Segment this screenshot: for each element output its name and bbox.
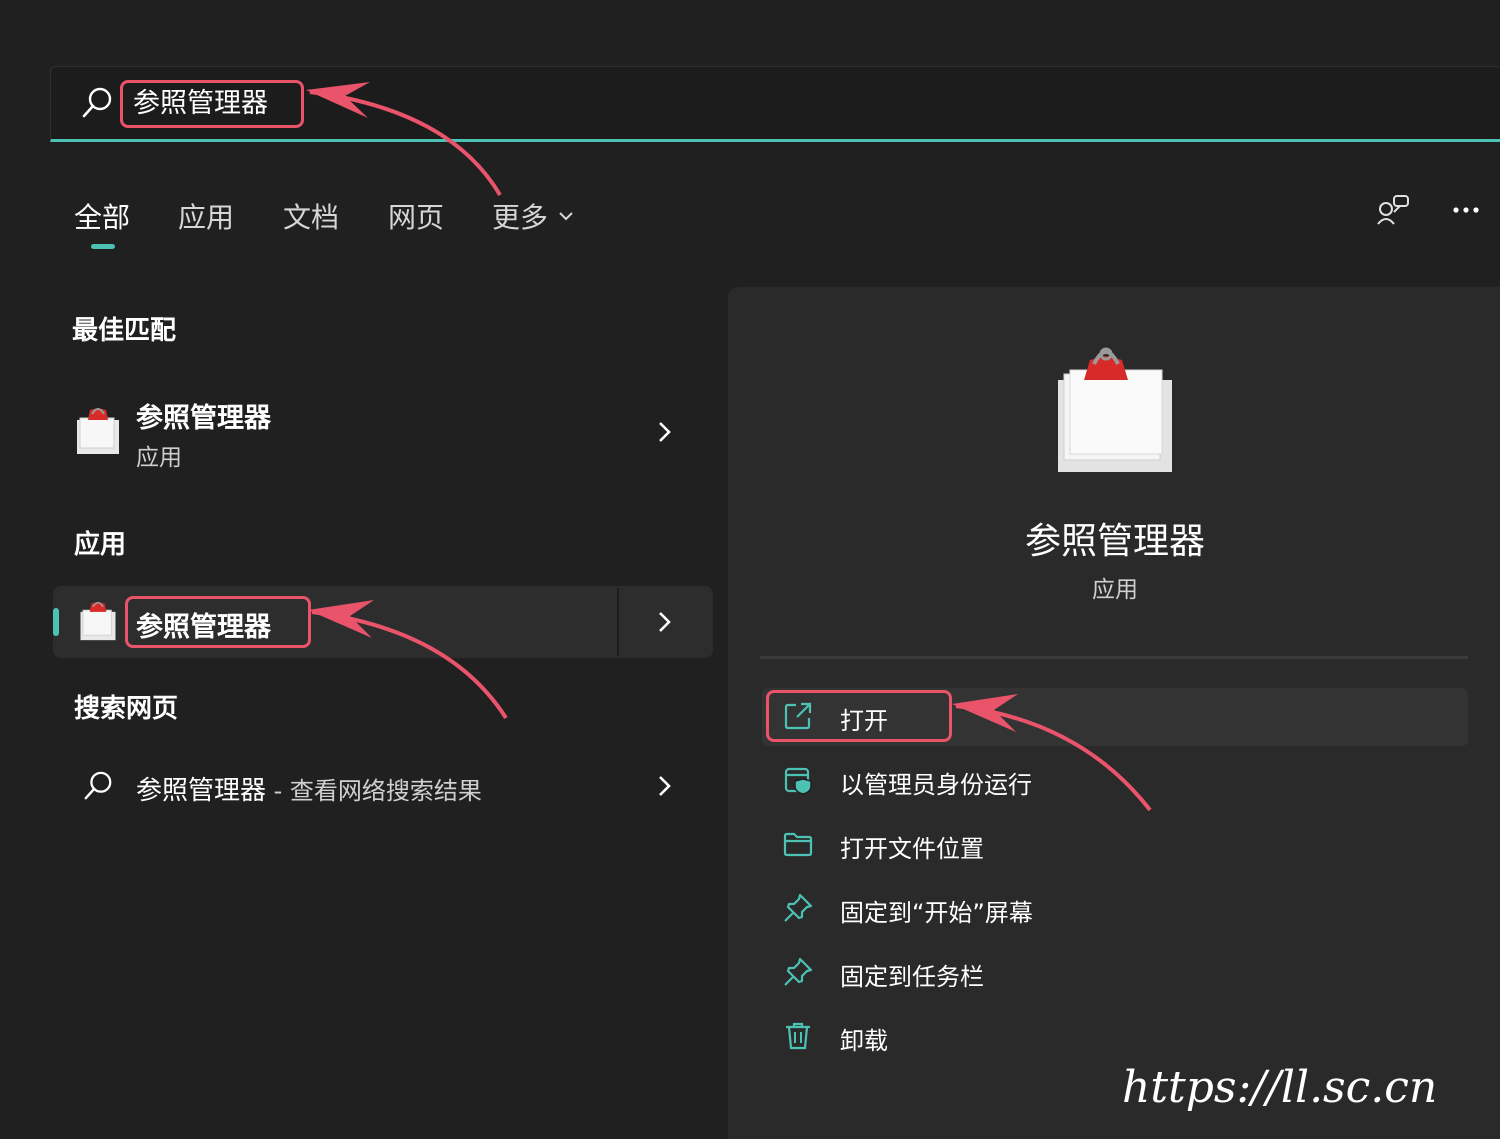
annotation-arrows bbox=[306, 82, 1152, 812]
watermark: https://ll.sc.cn bbox=[1122, 1062, 1438, 1113]
